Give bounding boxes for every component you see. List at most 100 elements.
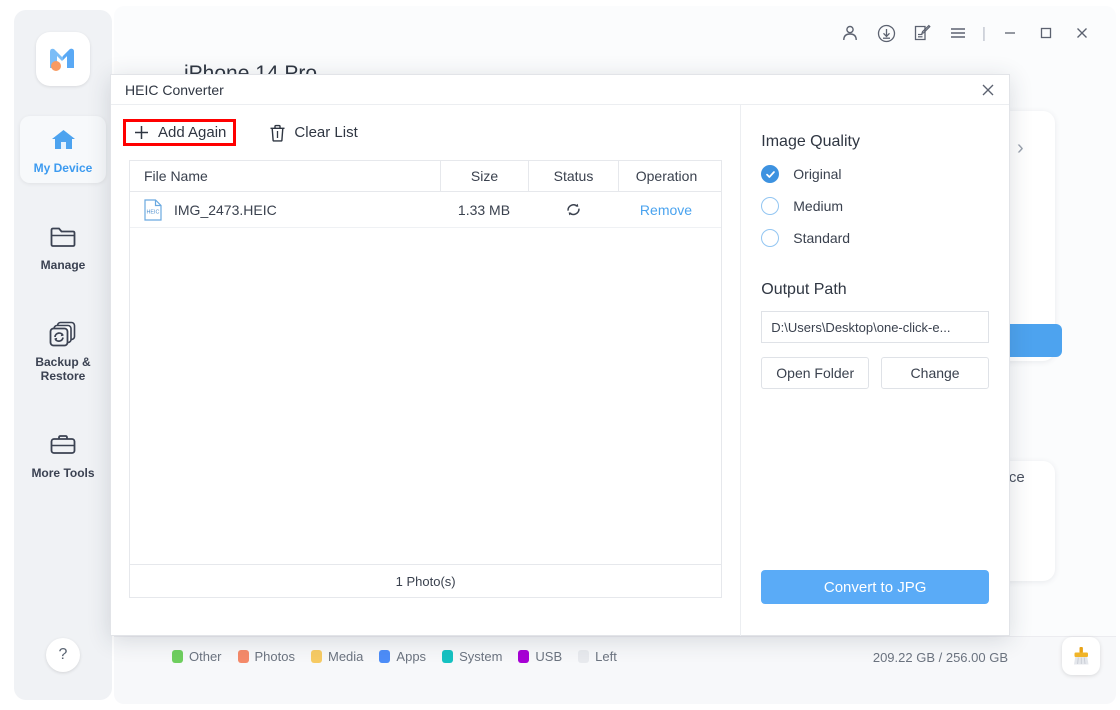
close-icon [1077,28,1087,38]
titlebar: | [114,6,1116,60]
output-path-buttons: Open Folder Change [761,357,990,389]
home-icon [50,125,77,155]
quality-option-label: Original [793,166,842,182]
cell-file-name: HEIC IMG_2473.HEIC [130,192,440,227]
image-quality-title: Image Quality [761,133,860,150]
table-empty-space [130,228,721,564]
legend-label: USB [535,649,563,664]
dialog-close-button[interactable] [967,75,1009,104]
close-button[interactable] [1064,16,1100,50]
open-folder-button[interactable]: Open Folder [761,357,870,389]
heic-converter-dialog: HEIC Converter Add Again Clear List File… [110,74,1010,636]
convert-to-jpg-button[interactable]: Convert to JPG [761,570,989,604]
cell-status [528,192,618,227]
output-path-field[interactable]: D:\Users\Desktop\one-click-e... [761,311,989,343]
column-header-file-name: File Name [144,168,208,184]
titlebar-separator: | [982,24,986,42]
help-label: ? [58,646,68,663]
legend-swatch [442,650,454,663]
radio-unchecked-icon [761,197,780,215]
change-path-button[interactable]: Change [881,357,990,389]
legend-swatch [237,650,249,663]
minimize-button[interactable] [992,16,1028,50]
account-button[interactable] [832,16,868,50]
quality-option-standard[interactable]: Standard [761,229,989,247]
clear-list-button[interactable]: Clear List [262,120,364,146]
application-window: My Device Manage Backup & Restore More T… [0,0,1120,710]
dialog-right-pane: Image Quality Original Medium Standard O… [740,105,1009,636]
add-again-label: Add Again [158,124,227,141]
legend-swatch [518,650,530,663]
quality-option-medium[interactable]: Medium [761,197,989,215]
column-header-status: Status [528,161,618,191]
remove-link[interactable]: Remove [618,192,714,227]
legend-label: Other [189,649,222,664]
legend-item: Photos [237,649,295,664]
download-button[interactable] [868,16,904,50]
backup-restore-icon [49,319,77,349]
sidebar: My Device Manage Backup & Restore More T… [14,10,112,700]
quality-option-label: Medium [793,198,844,214]
output-path-title: Output Path [761,281,847,298]
help-button[interactable]: ? [46,638,80,672]
add-again-button[interactable]: Add Again [123,119,237,146]
dialog-body: Add Again Clear List File Name Size Stat… [111,105,1009,636]
sidebar-item-label: Manage [40,258,86,272]
refresh-sync-icon [566,203,580,216]
close-icon [982,84,994,95]
minimize-icon [1005,32,1015,34]
sidebar-item-more-tools[interactable]: More Tools [20,421,106,488]
broom-cleanup-icon [1074,647,1089,665]
legend-label: Apps [396,649,427,664]
quality-option-original[interactable]: Original [761,165,989,183]
note-edit-icon [914,24,931,41]
legend-item: Apps [379,649,426,664]
dialog-header: HEIC Converter [111,75,1009,105]
dialog-toolbar: Add Again Clear List [111,105,740,156]
download-circle-icon [877,24,895,42]
sidebar-item-label: More Tools [31,466,95,480]
photo-count-label: 1 Photo(s) [130,564,722,597]
maximize-button[interactable] [1028,16,1064,50]
maximize-icon [1040,27,1052,39]
background-action-button[interactable] [1004,324,1062,357]
sidebar-item-backup-restore[interactable]: Backup & Restore [20,310,106,391]
toolbox-icon [49,430,77,460]
radio-unchecked-icon [761,229,780,247]
user-icon [843,25,857,41]
radio-checked-icon [761,165,780,183]
table-row[interactable]: HEIC IMG_2473.HEIC 1.33 MB Remove [130,192,722,228]
legend-swatch [379,650,391,663]
sidebar-item-my-device[interactable]: My Device [20,116,106,183]
feedback-button[interactable] [904,16,940,50]
chevron-right-icon[interactable]: › [1017,137,1024,160]
column-header-size: Size [440,161,528,191]
legend-label: System [459,649,503,664]
storage-capacity-text: 209.22 GB / 256.00 GB [872,650,1008,665]
folder-icon [49,222,77,252]
legend-item: System [442,649,502,664]
legend-label: Media [328,649,364,664]
column-header-operation: Operation [618,161,714,191]
plus-icon [135,126,148,139]
legend-item: Media [311,649,363,664]
cleanup-button[interactable] [1062,637,1100,675]
file-name-text: IMG_2473.HEIC [174,201,277,218]
menu-button[interactable] [940,16,976,50]
sidebar-item-label: My Device [33,161,93,175]
legend-label: Left [595,649,617,664]
storage-status-bar: Other Photos Media Apps System USB Left … [114,636,1116,704]
dialog-title: HEIC Converter [125,81,224,98]
quality-option-label: Standard [793,230,851,246]
cell-size: 1.33 MB [457,201,511,218]
trash-icon [270,124,285,142]
table-header: File Name Size Status Operation [130,161,722,192]
legend-item: Left [578,649,617,664]
brand-m-logo [50,48,74,71]
heic-file-icon: HEIC [144,198,162,221]
legend-swatch [172,650,183,663]
sidebar-item-manage[interactable]: Manage [20,213,106,280]
clear-list-label: Clear List [294,124,358,141]
svg-text:HEIC: HEIC [147,209,160,215]
hamburger-menu-icon [951,28,965,38]
